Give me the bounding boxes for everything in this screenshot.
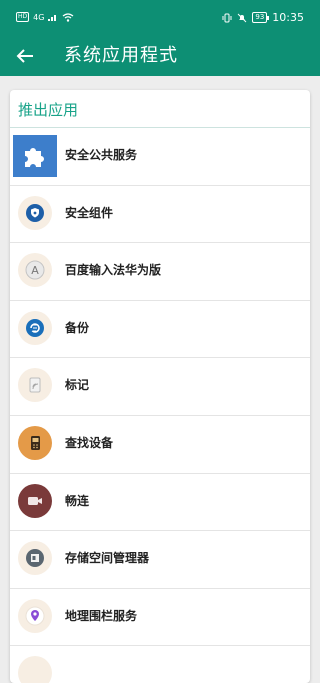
list-item[interactable]: A 百度输入法华为版: [10, 243, 310, 301]
location-pin-icon: [18, 598, 52, 633]
signal-label: 4G: [33, 12, 45, 22]
app-label: 查找设备: [65, 435, 114, 450]
app-label: 地理围栏服务: [65, 608, 138, 623]
app-list: 安全公共服务 安全组件 A 百度输入法华为版 备份 标记 查找设备 畅连 存储空…: [10, 128, 310, 683]
status-bar: HD 4G 93 10:35: [0, 0, 320, 36]
app-label: 备份: [65, 320, 90, 335]
list-item[interactable]: 查找设备: [10, 416, 310, 474]
puzzle-icon: [13, 135, 57, 177]
video-call-icon: [18, 483, 52, 518]
keyboard-a-icon: A: [18, 253, 52, 288]
status-right: 93 10:35: [222, 11, 304, 24]
status-left: HD 4G: [16, 12, 74, 22]
section-header: 推出应用: [10, 90, 310, 128]
phone-finder-icon: [18, 425, 52, 460]
signal-icon: [48, 15, 57, 21]
storage-icon: [18, 541, 52, 576]
list-item[interactable]: 安全公共服务: [10, 128, 310, 186]
clock: 10:35: [272, 11, 304, 24]
app-label: 畅连: [65, 493, 90, 508]
svg-text:A: A: [31, 264, 39, 277]
app-bar: 系统应用程式: [0, 36, 320, 76]
app-label: 标记: [65, 378, 90, 393]
app-label: 百度输入法华为版: [65, 263, 162, 278]
battery-icon: 93: [252, 12, 270, 23]
wifi-icon: [63, 12, 74, 22]
hd-badge: HD: [16, 12, 30, 22]
app-label: 存储空间管理器: [65, 551, 150, 566]
nfc-tag-icon: [18, 368, 52, 403]
list-item[interactable]: 标记: [10, 358, 310, 416]
page-title: 系统应用程式: [64, 45, 178, 66]
vibrate-icon: [222, 13, 232, 22]
list-item[interactable]: 备份: [10, 301, 310, 359]
section-title: 推出应用: [18, 101, 79, 119]
back-arrow-icon[interactable]: [13, 44, 37, 68]
app-label: 安全公共服务: [65, 148, 138, 162]
list-item[interactable]: 存储空间管理器: [10, 531, 310, 589]
list-item[interactable]: 安全组件: [10, 186, 310, 244]
mute-icon: [238, 13, 247, 22]
list-item[interactable]: 地理围栏服务: [10, 589, 310, 647]
app-label: 安全组件: [65, 205, 114, 220]
list-item-partial[interactable]: [10, 646, 310, 683]
backup-icon: [18, 310, 52, 345]
app-list-card: 推出应用 安全公共服务 安全组件 A 百度输入法华为版 备份 标记 查找设备 畅…: [10, 90, 310, 683]
partial-app-icon: [18, 656, 52, 683]
list-item[interactable]: 畅连: [10, 474, 310, 532]
shield-icon: [18, 195, 52, 230]
